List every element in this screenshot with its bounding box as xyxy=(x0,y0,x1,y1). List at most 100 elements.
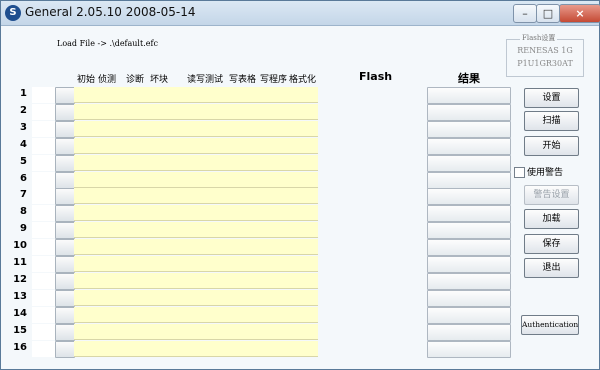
result-field xyxy=(427,188,511,205)
main-panel: Load File -> .\default.efc Flash设置 RENES… xyxy=(1,26,599,369)
result-field xyxy=(427,172,511,189)
row-status-field xyxy=(74,121,318,137)
row-status-field xyxy=(74,341,318,357)
title-bar[interactable]: S General 2.05.10 2008-05-14 – □ × xyxy=(1,1,600,26)
row-select-button[interactable] xyxy=(55,273,75,290)
row-status-field xyxy=(74,222,318,238)
flash-line-2: P1U1GR30AT xyxy=(517,59,573,68)
minimize-button[interactable]: – xyxy=(513,4,537,23)
row-status-field xyxy=(74,155,318,171)
row-select-button[interactable] xyxy=(55,239,75,256)
authentication-button[interactable]: Authentication xyxy=(521,315,579,335)
result-field xyxy=(427,239,511,256)
flash-settings-legend: Flash设置 xyxy=(520,33,558,43)
header-detect: 侦测 xyxy=(98,75,117,85)
row-status-field xyxy=(74,273,318,289)
row-strip xyxy=(32,205,55,221)
warning-settings-button[interactable]: 警告设置 xyxy=(524,185,579,205)
header-result: 结果 xyxy=(458,72,480,85)
header-read-test: 读写测试 xyxy=(187,75,224,85)
row-select-button[interactable] xyxy=(55,341,75,358)
exit-button[interactable]: 退出 xyxy=(524,258,579,278)
row-status-field xyxy=(74,324,318,340)
row-number: 15 xyxy=(13,325,27,336)
use-warning-checkbox[interactable] xyxy=(514,167,525,178)
row-select-button[interactable] xyxy=(55,172,75,189)
flash-settings-group: Flash设置 RENESAS 1G P1U1GR30AT xyxy=(506,33,584,77)
row-strip xyxy=(32,239,55,255)
row-status-field xyxy=(74,172,318,188)
row-status-field xyxy=(74,290,318,306)
close-button[interactable]: × xyxy=(559,4,600,23)
row-select-button[interactable] xyxy=(55,290,75,307)
row-number: 1 xyxy=(20,88,27,99)
flash-line-1: RENESAS 1G xyxy=(517,46,573,55)
row-strip xyxy=(32,188,55,204)
row-select-button[interactable] xyxy=(55,104,75,121)
result-field xyxy=(427,273,511,290)
row-status-field xyxy=(74,138,318,154)
row-number: 2 xyxy=(20,105,27,116)
row-number: 7 xyxy=(20,189,27,200)
row-select-button[interactable] xyxy=(55,188,75,205)
row-strip xyxy=(32,290,55,306)
load-file-label: Load File -> .\default.efc xyxy=(57,39,158,48)
row-status-field xyxy=(74,256,318,272)
row-select-button[interactable] xyxy=(55,307,75,324)
result-field xyxy=(427,87,511,104)
row-status-field xyxy=(74,205,318,221)
result-field xyxy=(427,341,511,358)
load-button[interactable]: 加载 xyxy=(524,209,579,229)
row-number: 4 xyxy=(20,139,27,150)
row-number: 8 xyxy=(20,206,27,217)
row-select-button[interactable] xyxy=(55,324,75,341)
maximize-button[interactable]: □ xyxy=(536,4,560,23)
row-number: 14 xyxy=(13,308,27,319)
row-number: 9 xyxy=(20,223,27,234)
header-flash: Flash xyxy=(359,70,393,83)
result-field xyxy=(427,324,511,341)
row-strip xyxy=(32,155,55,171)
header-diagnose: 诊断 xyxy=(126,75,145,85)
header-format: 格式化 xyxy=(289,75,317,85)
row-strip xyxy=(32,138,55,154)
row-select-button[interactable] xyxy=(55,138,75,155)
row-strip xyxy=(32,341,55,357)
row-select-button[interactable] xyxy=(55,222,75,239)
result-field xyxy=(427,121,511,138)
row-strip xyxy=(32,273,55,289)
row-strip xyxy=(32,307,55,323)
row-strip xyxy=(32,121,55,137)
scan-button[interactable]: 扫描 xyxy=(524,111,579,131)
use-warning-label: 使用警告 xyxy=(527,168,564,178)
save-button[interactable]: 保存 xyxy=(524,234,579,254)
row-number: 11 xyxy=(13,257,27,268)
row-select-button[interactable] xyxy=(55,256,75,273)
result-field xyxy=(427,104,511,121)
result-field xyxy=(427,205,511,222)
result-field xyxy=(427,222,511,239)
start-button[interactable]: 开始 xyxy=(524,136,579,156)
result-field xyxy=(427,256,511,273)
row-number: 16 xyxy=(13,342,27,353)
row-number: 12 xyxy=(13,274,27,285)
result-field xyxy=(427,155,511,172)
row-number: 13 xyxy=(13,291,27,302)
row-select-button[interactable] xyxy=(55,205,75,222)
row-select-button[interactable] xyxy=(55,155,75,172)
row-status-field xyxy=(74,87,318,103)
window-title: General 2.05.10 2008-05-14 xyxy=(25,5,196,19)
row-select-button[interactable] xyxy=(55,121,75,138)
row-number: 5 xyxy=(20,156,27,167)
header-init: 初始 xyxy=(77,75,96,85)
header-badblock: 坏块 xyxy=(150,75,169,85)
row-strip xyxy=(32,222,55,238)
row-strip xyxy=(32,87,55,103)
settings-button[interactable]: 设置 xyxy=(524,88,579,108)
row-number: 3 xyxy=(20,122,27,133)
row-number: 6 xyxy=(20,173,27,184)
row-number: 10 xyxy=(13,240,27,251)
result-field xyxy=(427,307,511,324)
row-select-button[interactable] xyxy=(55,87,75,104)
header-write-table: 写表格 xyxy=(229,75,257,85)
